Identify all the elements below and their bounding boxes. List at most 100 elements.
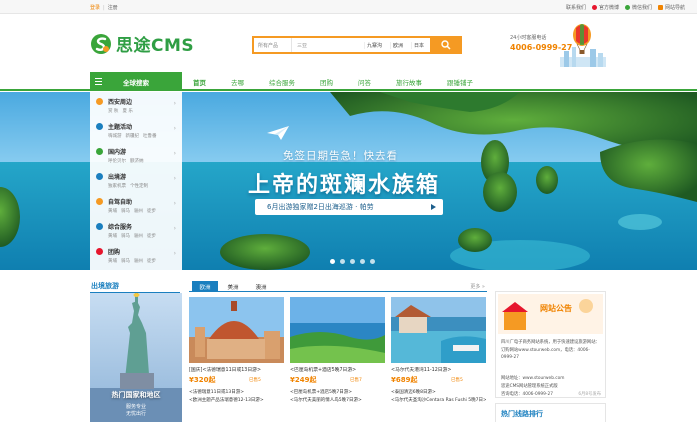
chevron-right-icon: › — [173, 250, 176, 257]
product-link[interactable]: <泰国清迈6晚8日游> — [391, 389, 486, 395]
product-card[interactable]: <巴厘岛机票+酒店5晚7日游> ¥249起 已售7 <巴厘岛机票+酒店5晚7日游… — [290, 297, 385, 403]
category-sub-link[interactable]: 徒步 — [147, 208, 156, 214]
nav-item-group-buy[interactable]: 团购 — [320, 77, 333, 87]
carousel-dot[interactable] — [340, 259, 345, 264]
banner-subtitle: 免签日期告急！快去看 — [283, 150, 398, 162]
banner-title: 上帝的斑斓水族箱 — [248, 173, 441, 198]
all-categories-button[interactable]: 全球搜索 — [90, 72, 182, 91]
category-sub-link[interactable]: 赏 秋 — [108, 108, 118, 114]
hot-keyword[interactable]: 欧洲 — [390, 41, 405, 49]
top-bar: 登录 | 注册 联系我们 官方微博 微信我们 网站导航 — [0, 0, 697, 14]
chevron-right-icon: › — [173, 175, 176, 182]
region-tabs: 欧洲 美洲 澳洲 更多 » — [189, 279, 487, 292]
category-sub-link[interactable]: 骊州 — [134, 233, 143, 239]
category-sub-link[interactable]: 呼伦贝尔 — [108, 158, 126, 164]
category-sub-link[interactable]: 个性定制 — [130, 183, 148, 189]
category-sub-link[interactable]: 黄埔 — [108, 208, 117, 214]
product-image — [391, 297, 486, 363]
category-sub-link[interactable]: 骊州 — [134, 258, 143, 264]
site-logo[interactable]: 思途CMS — [90, 31, 194, 56]
category-sub-link[interactable]: 独家机票 — [108, 183, 126, 189]
category-sub-link[interactable]: 吐鲁番 — [143, 133, 157, 139]
chevron-right-icon: › — [173, 200, 176, 207]
carousel-dot[interactable] — [350, 259, 355, 264]
notice-title: 网站公告 — [540, 304, 572, 313]
search-input[interactable]: 三亚 — [292, 42, 364, 49]
carousel-dot[interactable] — [360, 259, 365, 264]
category-menu-item[interactable]: 综合服务 黄埔 骑马 骊州 徒步 › — [90, 219, 182, 244]
notice-item[interactable]: 思途CMS网站管理系统正式版 — [501, 383, 601, 389]
product-link[interactable]: <欧洲主题产品法瑞意德12-13日游> — [189, 397, 284, 403]
category-sub-link[interactable]: 骑马 — [121, 233, 130, 239]
wechat-link[interactable]: 微信我们 — [624, 4, 652, 11]
category-sub-link[interactable]: 嗨城游 — [108, 133, 122, 139]
category-icon — [96, 123, 103, 130]
product-link[interactable]: <法德瑞意11日或13日游> — [189, 389, 284, 395]
category-menu-item[interactable]: 自驾自助黄埔 骑马 骊州 徒步 › — [90, 194, 182, 219]
category-sub-link[interactable]: 黄埔 — [108, 258, 117, 264]
tab-americas[interactable]: 美洲 — [220, 281, 246, 292]
category-sub-link[interactable]: 黄埔 — [108, 233, 117, 239]
promo-line-2: 无忧出行 — [125, 411, 146, 417]
contact-link[interactable]: 联系我们 — [566, 4, 586, 11]
hamburger-icon — [95, 78, 102, 87]
nav-item-stories[interactable]: 旅行故事 — [396, 77, 422, 87]
category-menu: 西安周边赏 秋夏 乐 › 主题活动 嗨城游 新疆纪 吐鲁番 › 国内游 呼伦贝尔 额济纳 › 出境游… — [90, 92, 182, 270]
product-link[interactable]: <巴厘岛机票+酒店5晚7日游> — [290, 389, 385, 395]
sold-count: 已售7 — [350, 378, 362, 383]
nav-item-destinations[interactable]: 去哪 — [231, 77, 244, 87]
search-button[interactable] — [430, 36, 462, 54]
category-menu-item[interactable]: 主题活动 嗨城游 新疆纪 吐鲁番 › — [90, 119, 182, 144]
more-link[interactable]: 更多 » — [470, 283, 485, 290]
search-category-select[interactable]: 所有产品 — [254, 38, 292, 52]
site-nav-link[interactable]: 网站导航 — [657, 4, 685, 11]
promo-banner[interactable]: 热门国家和地区 服务专业 无忧出行 — [90, 293, 182, 422]
arrow-right-icon — [431, 204, 436, 210]
wechat-icon — [624, 4, 630, 10]
hot-routes-panel: 热门线路排行 — [495, 403, 606, 422]
category-sub-link[interactable]: 徒步 — [147, 233, 156, 239]
hot-keyword[interactable]: 九寨沟 — [364, 41, 384, 49]
tab-oceania[interactable]: 澳洲 — [248, 281, 274, 292]
product-link[interactable]: <马尔代夫美丽的情人岛5晚7日游> — [290, 397, 385, 403]
product-title: <巴厘岛机票+酒店5晚7日游> — [290, 368, 357, 373]
register-link[interactable]: 注册 — [108, 5, 118, 11]
category-menu-item[interactable]: 国内游 呼伦贝尔 额济纳 › — [90, 144, 182, 169]
category-sub-link[interactable]: 额济纳 — [130, 158, 144, 164]
product-card[interactable]: [国庆]<法德瑞意11日或13日游> ¥320起 已售5 <法德瑞意11日或13… — [189, 297, 284, 403]
nav-item-home[interactable]: 首页 — [193, 77, 206, 87]
weibo-link[interactable]: 官方微博 — [591, 4, 619, 11]
nav-item-qa[interactable]: 问答 — [358, 77, 371, 87]
category-menu-item[interactable]: 西安周边赏 秋夏 乐 › — [90, 94, 182, 119]
nav-item-shop[interactable]: 跟锤铺子 — [447, 77, 473, 87]
product-image — [189, 297, 284, 363]
tab-europe[interactable]: 欧洲 — [192, 281, 218, 292]
banner-cta[interactable]: 6月出游独家赠2日出海巡游 · 帕劳 — [255, 199, 443, 215]
login-link[interactable]: 登录 — [90, 5, 100, 11]
notice-item[interactable]: 网站地址：www.stourweb.com — [501, 375, 601, 381]
category-sub-link[interactable]: 骊州 — [134, 208, 143, 214]
category-sub-link[interactable]: 夏 乐 — [122, 108, 132, 114]
carousel-dot[interactable] — [330, 259, 335, 264]
category-sub-link[interactable]: 骑马 — [121, 208, 130, 214]
logo-icon — [91, 33, 111, 54]
category-name: 自驾自助 — [108, 199, 133, 206]
brand-name: 思途CMS — [116, 36, 195, 56]
promo-line-1: 服务专业 — [125, 404, 146, 410]
carousel-dot[interactable] — [370, 259, 375, 264]
product-card[interactable]: <马尔代夫港湾11-12日游> ¥689起 已售5 <泰国清迈6晚8日游> <马… — [391, 297, 486, 403]
chevron-right-icon: › — [173, 100, 176, 107]
product-link[interactable]: <马尔代夫圣淘沙Centara Ras Fushi 5晚7日> — [391, 397, 486, 403]
category-menu-item[interactable]: 出境游 独家机票 个性定制 › — [90, 169, 182, 194]
category-icon — [96, 198, 103, 205]
category-menu-item[interactable]: 团购 黄埔 骑马 骊州 徒步 › — [90, 244, 182, 269]
category-sub-link[interactable]: 新疆纪 — [126, 133, 140, 139]
product-title: <马尔代夫港湾11-12日游> — [391, 368, 452, 373]
nav-item-services[interactable]: 综合服务 — [269, 77, 295, 87]
category-sub-link[interactable]: 徒步 — [147, 258, 156, 264]
category-sub-link[interactable]: 骑马 — [121, 258, 130, 264]
carousel-dots — [330, 259, 375, 264]
hot-keyword[interactable]: 日本 — [411, 41, 426, 49]
promo-title: 热门国家和地区 — [111, 391, 161, 399]
hot-routes-title: 热门线路排行 — [501, 410, 543, 418]
